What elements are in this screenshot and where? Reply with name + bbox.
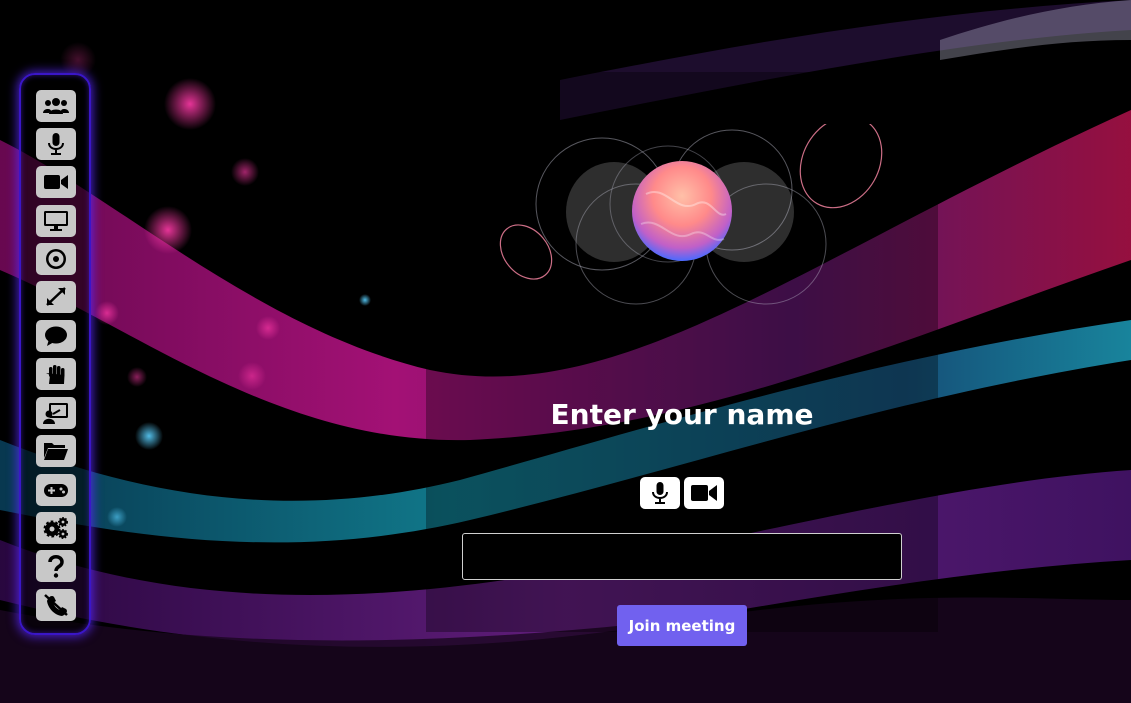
mic-toggle-button[interactable] [640, 477, 680, 509]
whiteboard-icon [43, 403, 68, 424]
users-icon [43, 98, 69, 114]
microphone-button[interactable] [36, 128, 76, 160]
page-title: Enter your name [550, 398, 814, 431]
chat-button[interactable] [36, 320, 76, 352]
sidebar-toolbar [19, 73, 91, 635]
gamepad-icon [44, 484, 68, 497]
camera-button[interactable] [36, 166, 76, 198]
record-button[interactable] [36, 243, 76, 275]
video-camera-icon [44, 175, 68, 189]
help-button[interactable] [36, 550, 76, 582]
settings-button[interactable] [36, 512, 76, 544]
record-icon [46, 249, 66, 269]
screen-share-icon [44, 211, 68, 231]
chat-icon [45, 326, 67, 346]
app-logo [499, 124, 883, 305]
name-input[interactable] [462, 533, 902, 580]
file-share-button[interactable] [36, 435, 76, 467]
help-icon [48, 555, 64, 578]
join-meeting-button[interactable]: Join meeting [617, 605, 747, 646]
leave-call-button[interactable] [36, 589, 76, 621]
settings-icon [43, 517, 68, 539]
leave-call-icon [44, 594, 68, 616]
raise-hand-icon [46, 365, 65, 384]
games-button[interactable] [36, 474, 76, 506]
microphone-icon [48, 133, 64, 155]
camera-toggle-button[interactable] [684, 477, 724, 509]
folder-open-icon [44, 443, 68, 460]
whiteboard-button[interactable] [36, 397, 76, 429]
raise-hand-button[interactable] [36, 358, 76, 390]
screen-share-button[interactable] [36, 205, 76, 237]
fullscreen-icon [46, 287, 66, 306]
video-camera-icon [691, 485, 717, 501]
participants-button[interactable] [36, 90, 76, 122]
fullscreen-button[interactable] [36, 281, 76, 313]
microphone-icon [652, 482, 668, 504]
